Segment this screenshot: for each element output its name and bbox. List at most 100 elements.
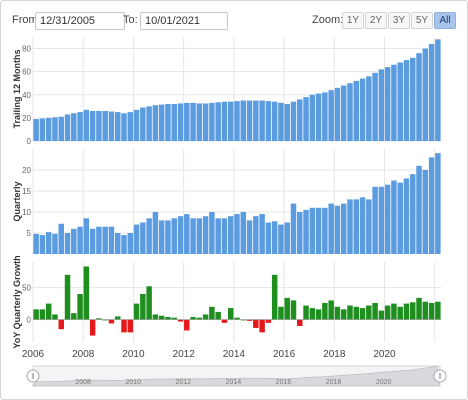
bar — [372, 72, 378, 141]
bar — [378, 69, 385, 141]
bar — [315, 309, 322, 320]
bar — [340, 203, 347, 254]
bar — [227, 216, 234, 254]
bar — [165, 104, 171, 141]
bar — [127, 233, 134, 254]
bar — [83, 266, 90, 320]
bar — [202, 103, 209, 141]
bar — [115, 316, 121, 320]
bar — [158, 104, 165, 141]
bar — [215, 218, 221, 254]
bar — [140, 107, 146, 141]
bar — [89, 110, 96, 141]
bar — [410, 57, 416, 141]
bar — [184, 214, 190, 254]
bar — [297, 212, 303, 254]
bar — [121, 113, 127, 141]
bar — [322, 207, 328, 254]
bar — [133, 303, 140, 320]
from-date-input[interactable]: 12/31/2005 — [35, 12, 125, 30]
bar — [45, 232, 52, 254]
chart-canvas: 020406080Trailing 12 Months5101520Quarte… — [12, 37, 447, 387]
x-tick-label: 2016 — [273, 349, 296, 360]
navigator[interactable]: 2008 2010 2012 2014 2016 2018 2020 — [26, 365, 447, 387]
zoom-5y-button[interactable]: 5Y — [411, 12, 433, 29]
x-tick-label: 2006 — [22, 349, 45, 360]
zoom-1y-button[interactable]: 1Y — [342, 12, 364, 29]
bar — [290, 300, 297, 320]
bar — [410, 174, 416, 254]
bar — [133, 224, 140, 254]
bar — [347, 305, 353, 320]
bar — [253, 216, 259, 254]
bar — [384, 184, 391, 254]
bar — [83, 218, 90, 254]
navigator-label: 2016 — [276, 379, 292, 386]
bar — [391, 64, 397, 141]
bar — [77, 112, 83, 141]
bar — [315, 93, 322, 141]
y-tick-label: 20 — [22, 166, 31, 175]
bar — [102, 226, 108, 254]
bar — [221, 101, 228, 141]
bar — [271, 274, 278, 320]
bar — [140, 222, 146, 254]
bar — [428, 43, 435, 141]
bar — [428, 157, 435, 254]
bar — [416, 297, 422, 320]
zoom-3y-button[interactable]: 3Y — [388, 12, 410, 29]
bar — [353, 199, 359, 254]
bar — [121, 319, 127, 333]
bar — [259, 214, 265, 254]
bar — [416, 53, 422, 141]
zoom-2y-button[interactable]: 2Y — [365, 12, 387, 29]
bar — [290, 101, 297, 141]
bar — [284, 297, 290, 320]
trailing-12-months-panel — [33, 39, 441, 141]
x-tick-label: 2008 — [72, 349, 95, 360]
bar — [403, 178, 410, 254]
bar — [403, 303, 410, 320]
bar — [253, 319, 259, 328]
bar — [77, 226, 83, 254]
bar — [202, 216, 209, 254]
bar — [366, 76, 372, 141]
x-tick-label: 2010 — [122, 349, 145, 360]
bar — [334, 87, 341, 141]
bar — [171, 218, 177, 254]
bar — [209, 306, 215, 320]
bar — [140, 294, 146, 320]
bar — [378, 186, 385, 254]
bar — [265, 319, 272, 323]
bar — [215, 311, 221, 320]
bar — [133, 109, 140, 141]
bar — [303, 97, 309, 141]
y-tick-label: 20 — [22, 114, 31, 123]
bar — [146, 218, 152, 254]
x-tick-label: 2012 — [173, 349, 196, 360]
bar — [328, 203, 334, 254]
bar — [435, 153, 441, 254]
bar — [171, 104, 177, 141]
bar — [152, 105, 159, 141]
bar — [227, 101, 234, 141]
bar — [366, 305, 372, 320]
bar — [422, 301, 429, 320]
bar — [39, 309, 46, 320]
bar — [227, 308, 234, 320]
to-date-input[interactable]: 10/01/2021 — [140, 12, 228, 30]
bar — [284, 104, 290, 141]
bar — [58, 223, 64, 254]
bar — [416, 165, 422, 254]
y-axis-label: Trailing 12 Months — [12, 49, 22, 128]
zoom-all-button[interactable]: All — [434, 12, 456, 29]
bar — [378, 310, 385, 320]
bar — [347, 199, 353, 254]
bar — [246, 220, 253, 254]
bar — [127, 112, 134, 141]
bar — [397, 62, 403, 141]
bar — [384, 305, 391, 320]
bar — [33, 233, 39, 254]
bar — [271, 221, 278, 254]
bar — [328, 90, 334, 141]
